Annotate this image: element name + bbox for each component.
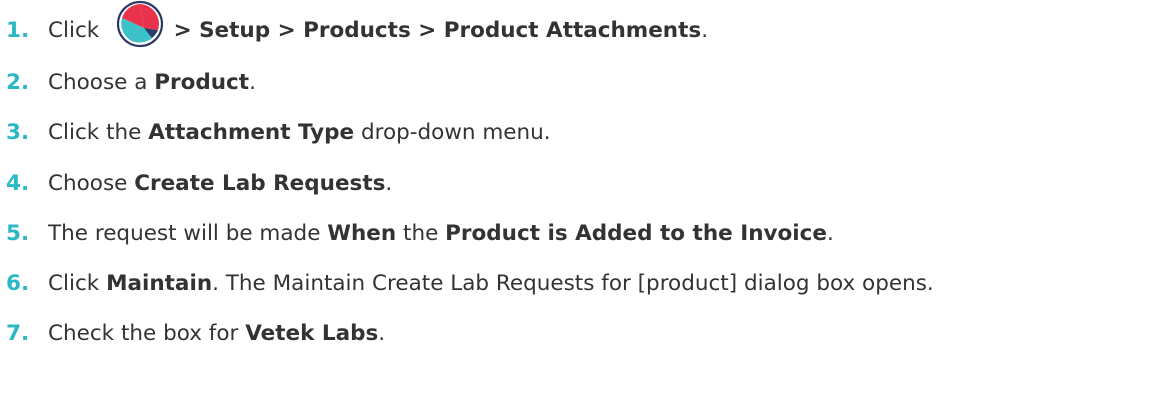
- step-text: .: [249, 69, 256, 95]
- step-text: Click the: [48, 119, 149, 145]
- step-text: . The Maintain Create Lab Requests for […: [212, 270, 934, 296]
- logo-icon-graphic: [116, 0, 164, 48]
- ui-term: When: [327, 220, 397, 246]
- logo-icon[interactable]: [116, 0, 164, 50]
- step-text: The request will be made: [48, 220, 328, 246]
- step-text: .: [385, 170, 393, 196]
- step-number: 3.: [6, 119, 30, 145]
- step-5: 5. The request will be made When the Pro…: [0, 213, 834, 253]
- ui-term: Maintain: [106, 270, 213, 296]
- step-4: 4. Choose Create Lab Requests .: [0, 163, 392, 203]
- step-text: .: [826, 220, 834, 246]
- step-6: 6. Click Maintain . The Maintain Create …: [0, 263, 934, 303]
- ui-term: Attachment Type: [148, 119, 355, 145]
- ui-term: Create Lab Requests: [134, 170, 386, 196]
- step-text: Click: [48, 270, 107, 296]
- instruction-steps: 1. Click > Setup > Products > Product At…: [0, 0, 1155, 396]
- step-number: 5.: [6, 220, 30, 246]
- step-number: 4.: [6, 170, 30, 196]
- step-text: Check the box for: [48, 320, 246, 346]
- step-number: 1.: [6, 17, 30, 43]
- step-3: 3. Click the Attachment Type drop-down m…: [0, 112, 551, 152]
- step-text: Click: [48, 17, 107, 43]
- step-text: Choose: [48, 170, 135, 196]
- ui-term: Product is Added to the Invoice: [445, 220, 827, 246]
- menu-path: > Setup > Products > Product Attachments: [166, 17, 702, 43]
- step-number: 7.: [6, 320, 30, 346]
- step-text: the: [396, 220, 446, 246]
- step-text: Choose a: [48, 69, 155, 95]
- ui-term: Product: [154, 69, 250, 95]
- step-2: 2. Choose a Product .: [0, 62, 256, 102]
- step-number: 2.: [6, 69, 30, 95]
- step-text: .: [378, 320, 386, 346]
- step-1: 1. Click > Setup > Products > Product At…: [0, 0, 709, 50]
- ui-term: Vetek Labs: [245, 320, 379, 346]
- step-text: drop-down menu.: [354, 119, 551, 145]
- step-7: 7. Check the box for Vetek Labs .: [0, 313, 385, 353]
- step-text: .: [701, 17, 709, 43]
- step-number: 6.: [6, 270, 30, 296]
